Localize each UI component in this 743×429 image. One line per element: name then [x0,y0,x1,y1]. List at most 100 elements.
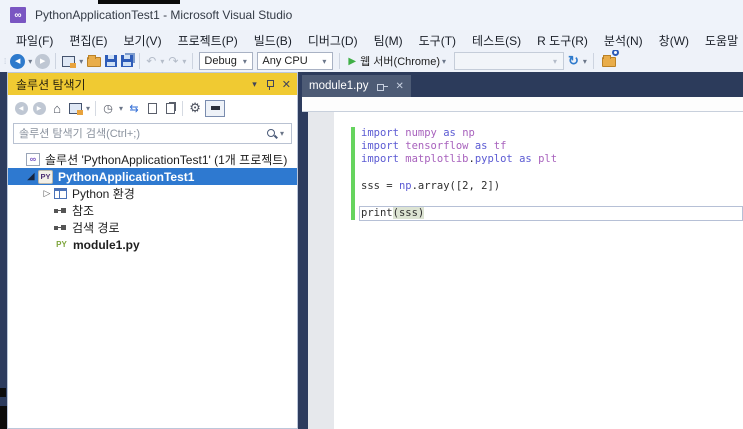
code-line[interactable] [334,167,743,180]
code-line[interactable] [334,193,743,206]
toolbar-empty-combo[interactable]: ▾ [454,52,565,70]
se-pending-changes-caret[interactable]: ▾ [119,104,123,113]
tree-item-project-selected[interactable]: ◢ PY PythonApplicationTest1 [8,168,297,185]
redo-button[interactable]: ↷ [168,52,178,70]
se-pending-changes-filter-button[interactable]: ◷ [100,99,116,117]
se-forward-button[interactable]: ▶ [31,99,47,117]
editor-body: import numpy as np import tensorflow as t… [302,112,743,429]
navigate-forward-button[interactable]: ▶ [35,53,51,69]
save-all-button[interactable] [121,52,134,70]
code-line[interactable]: sss = np.array([2, 2]) [334,180,743,193]
se-switch-views-button[interactable] [67,99,83,117]
se-sync-active-document-button[interactable]: ⇆ [126,99,142,117]
menu-window[interactable]: 창(W) [651,30,697,50]
tree-item-solution[interactable]: ∞ 솔루션 'PythonApplicationTest1' (1개 프로젝트) [8,151,297,168]
code-line[interactable]: import numpy as np [334,127,743,140]
navigate-back-caret[interactable]: ▾ [28,57,32,66]
pin-tab-icon[interactable] [376,82,389,91]
menu-team[interactable]: 팀(M) [366,30,411,50]
code-token: matplotlib [405,153,469,166]
menu-build[interactable]: 빌드(B) [246,30,300,50]
collapse-all-icon [147,102,157,114]
close-icon[interactable]: ✕ [282,78,291,91]
title-bar: ∞ PythonApplicationTest1 - Microsoft Vis… [0,0,743,30]
tree-item-search-paths[interactable]: 검색 경로 [8,219,297,236]
open-file-button[interactable] [87,52,102,70]
se-preview-selected-toggle[interactable] [205,99,226,117]
references-icon [54,208,67,213]
vs-window: ∞ PythonApplicationTest1 - Microsoft Vis… [0,0,743,429]
solution-platform-combo[interactable]: Any CPU ▾ [257,52,334,70]
auto-hide-pin-icon[interactable] [265,79,274,90]
refresh-caret[interactable]: ▾ [583,57,587,66]
code-line[interactable]: import matplotlib.pyplot as plt [334,153,743,166]
se-home-button[interactable]: ⌂ [49,99,65,117]
switch-views-icon [68,102,83,115]
solution-search-input[interactable] [19,127,266,140]
refresh-button[interactable]: ↻ [568,52,579,70]
tab-module1-py[interactable]: module1.py ✕ [302,75,411,97]
navigate-back-button[interactable]: ◀ [10,53,26,69]
tree-label: PythonApplicationTest1 [58,169,195,184]
toolbar-grip[interactable]: ⁞ [4,57,7,66]
combo-caret-icon: ▾ [553,56,558,66]
code-token: sss [398,207,418,220]
close-tab-icon[interactable]: ✕ [395,81,403,92]
undo-caret[interactable]: ▾ [160,57,164,66]
solution-icon: ∞ [26,153,40,166]
editor-navigation-bar[interactable] [302,97,743,112]
menu-test[interactable]: 테스트(S) [464,30,529,50]
menu-edit[interactable]: 편집(E) [61,30,115,50]
menu-analyze[interactable]: 분석(N) [596,30,651,50]
code-token: ( [392,207,399,220]
screen-artifact [0,406,7,429]
navigate-to-caret[interactable]: ▾ [79,57,83,66]
menu-help[interactable]: 도움말 [697,30,743,50]
window-position-caret-icon[interactable]: ▾ [252,79,257,90]
tree-label: 솔루션 'PythonApplicationTest1' (1개 프로젝트) [45,153,288,167]
se-back-button[interactable]: ◀ [13,99,29,117]
expanded-arrow-icon[interactable]: ◢ [24,171,38,182]
code-line[interactable]: import tensorflow as tf [334,140,743,153]
se-show-all-files-button[interactable] [162,99,178,117]
visual-studio-logo-icon: ∞ [10,7,26,23]
menu-debug[interactable]: 디버그(D) [300,30,366,50]
combo-caret-icon: ▾ [242,56,247,66]
code-token: np [462,127,475,139]
code-area[interactable]: import numpy as np import tensorflow as t… [334,112,743,429]
undo-button[interactable]: ↶ [146,52,156,70]
search-options-caret[interactable]: ▾ [280,129,284,138]
solution-explorer-header[interactable]: 솔루션 탐색기 ▾ ✕ [8,73,297,95]
magnifier-icon [611,50,619,56]
menu-file[interactable]: 파일(F) [8,30,61,50]
navigate-to-button[interactable] [62,52,77,70]
find-in-files-button[interactable] [601,50,619,70]
tree-label: module1.py [73,237,140,252]
tree-item-module1-py[interactable]: PY module1.py [8,236,297,253]
se-collapse-all-button[interactable] [144,99,160,117]
solution-tree: ∞ 솔루션 'PythonApplicationTest1' (1개 프로젝트)… [8,148,297,428]
toolbar-separator [339,53,341,69]
se-switch-views-caret[interactable]: ▾ [86,104,90,113]
solution-explorer-panel: 솔루션 탐색기 ▾ ✕ ◀ ▶ ⌂ ▾ ◷ ▾ ⇆ ⚙ ▾ [7,72,298,429]
search-icon[interactable] [266,128,278,140]
tree-item-references[interactable]: 참조 [8,202,297,219]
menu-r-tools[interactable]: R 도구(R) [529,30,596,50]
change-tracking-bar [351,127,355,220]
glyph-margin[interactable] [308,112,334,429]
tree-item-python-env[interactable]: ▷ Python 환경 [8,185,297,202]
save-all-icon [121,55,134,67]
start-debugging-button[interactable]: ▶ 웹 서버(Chrome) ▾ [348,53,448,69]
window-title: PythonApplicationTest1 - Microsoft Visua… [35,8,293,22]
menu-view[interactable]: 보기(V) [115,30,169,50]
solution-configuration-combo[interactable]: Debug ▾ [199,52,254,70]
menu-project[interactable]: 프로젝트(P) [170,30,246,50]
collapsed-arrow-icon[interactable]: ▷ [40,188,54,199]
redo-caret[interactable]: ▾ [182,57,186,66]
undo-icon: ↶ [146,54,157,68]
se-properties-button[interactable]: ⚙ [187,99,203,117]
tree-label: 검색 경로 [72,221,120,235]
menu-tools[interactable]: 도구(T) [411,30,464,50]
save-button[interactable] [105,52,118,70]
code-line-caret[interactable]: print(sss) [359,206,743,222]
